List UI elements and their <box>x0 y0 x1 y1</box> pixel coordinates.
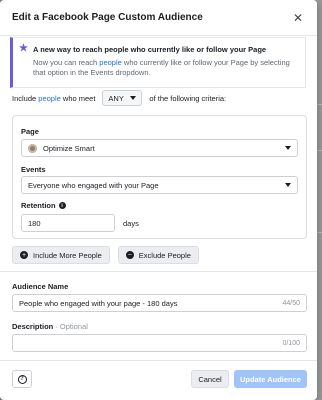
info-banner-text-start: Now you can reach <box>33 58 100 67</box>
retention-row: 180 days <box>21 214 139 232</box>
match-any-value: ANY <box>108 93 124 103</box>
chevron-down-icon <box>285 183 291 187</box>
audience-name-label: Audience Name <box>12 282 69 291</box>
criteria-prefix: Include <box>12 93 39 103</box>
help-icon: ? <box>17 374 27 384</box>
criteria-people-link[interactable]: people <box>38 94 61 103</box>
description-optional: · Optional <box>53 322 88 331</box>
description-counter: 0/100 <box>282 339 300 347</box>
people-link[interactable]: people <box>99 58 122 67</box>
criteria-prefix-group: Include people who meet <box>12 94 95 103</box>
criteria-row: Include people who meet ANY of the follo… <box>12 90 226 106</box>
include-more-label: Include More People <box>33 250 102 260</box>
retention-label: Retention <box>21 201 56 210</box>
description-label-row: Description · Optional <box>12 322 88 331</box>
audience-name-value: People who engaged with your page - 180 … <box>19 298 178 308</box>
exclude-people-button[interactable]: − Exclude People <box>117 246 199 264</box>
description-input[interactable]: 0/100 <box>12 334 307 352</box>
audience-rule-box: Page Optimize Smart Events Everyone who … <box>12 115 307 239</box>
plus-circle-icon: + <box>20 251 28 259</box>
chevron-down-icon <box>285 146 291 150</box>
cancel-button[interactable]: Cancel <box>191 370 229 388</box>
events-dropdown-value: Everyone who engaged with your Page <box>28 180 159 190</box>
chevron-down-icon <box>130 96 137 100</box>
info-banner-header: ★ A new way to reach people who currentl… <box>19 44 297 54</box>
page-dropdown-value: Optimize Smart <box>43 143 95 153</box>
match-any-dropdown[interactable]: ANY <box>102 90 143 106</box>
info-banner: ★ A new way to reach people who currentl… <box>10 37 306 88</box>
star-icon: ★ <box>19 43 28 54</box>
page-dropdown[interactable]: Optimize Smart <box>21 139 298 157</box>
info-banner-body: Now you can reach people who currently l… <box>33 58 297 78</box>
minus-circle-icon: − <box>125 251 134 259</box>
info-banner-title: A new way to reach people who currently … <box>32 44 267 54</box>
description-label: Description <box>12 322 54 331</box>
page-avatar <box>28 143 37 153</box>
retention-unit: days <box>123 218 139 228</box>
events-label: Events <box>21 165 46 174</box>
info-icon[interactable]: i <box>58 202 66 209</box>
custom-audience-modal: Edit a Facebook Page Custom Audience ✕ ★… <box>0 0 317 400</box>
modal-header: Edit a Facebook Page Custom Audience ✕ <box>0 0 317 36</box>
include-more-people-button[interactable]: + Include More People <box>12 246 110 264</box>
section-divider <box>0 271 317 272</box>
page-label: Page <box>21 127 39 136</box>
criteria-suffix: of the following criteria: <box>149 93 227 103</box>
retention-label-row: Retention i <box>21 201 66 210</box>
events-dropdown[interactable]: Everyone who engaged with your Page <box>21 176 298 194</box>
modal-footer: ? Cancel Update Audience <box>0 360 317 400</box>
audience-name-counter: 44/50 <box>282 299 300 307</box>
audience-name-input[interactable]: People who engaged with your page - 180 … <box>12 294 307 312</box>
help-button[interactable]: ? <box>12 370 32 388</box>
update-audience-button[interactable]: Update Audience <box>234 370 307 388</box>
criteria-middle: who meet <box>60 93 96 103</box>
modal-title: Edit a Facebook Page Custom Audience <box>12 12 203 23</box>
include-exclude-buttons: + Include More People − Exclude People <box>12 246 199 264</box>
close-icon[interactable]: ✕ <box>291 11 305 25</box>
retention-input[interactable]: 180 <box>21 214 115 232</box>
exclude-label: Exclude People <box>138 250 191 260</box>
